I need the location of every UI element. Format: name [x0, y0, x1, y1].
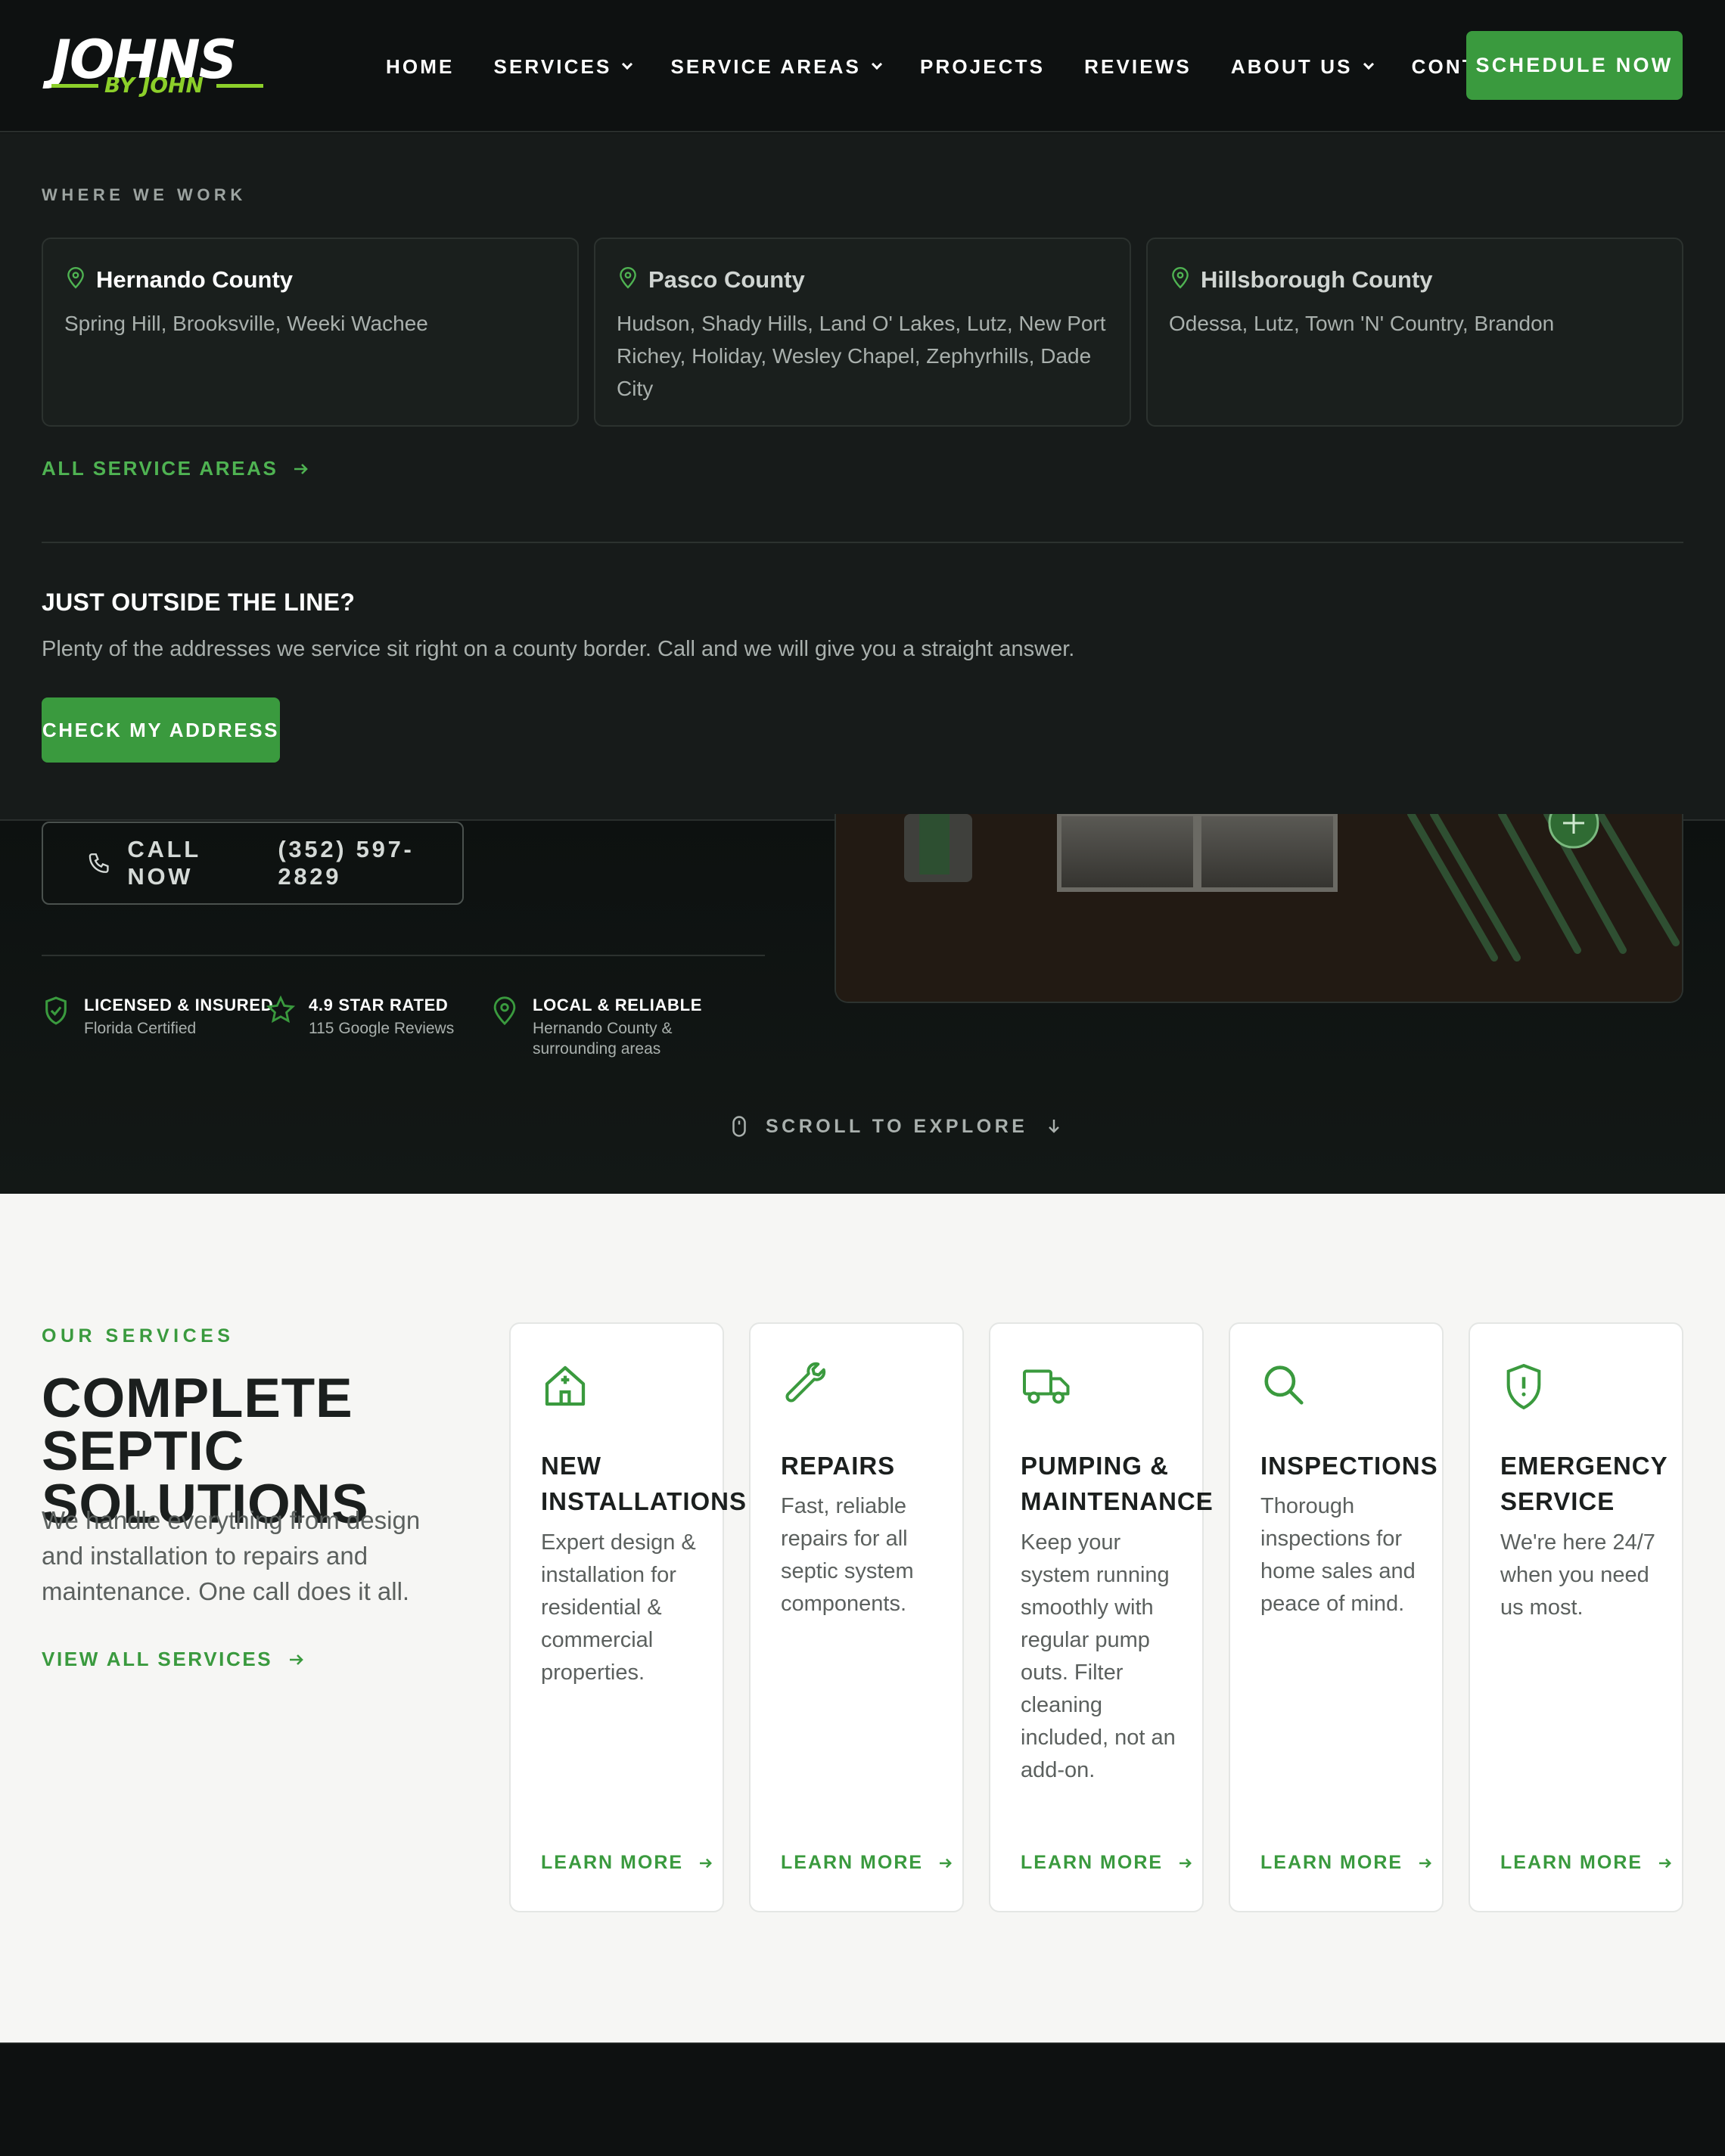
map-pin-icon	[620, 266, 636, 289]
shield-check-icon	[45, 996, 67, 1025]
card-description: Thorough inspections for home sales and …	[1260, 1494, 1416, 1616]
card-description: Expert design & installation for residen…	[541, 1530, 696, 1685]
map-pin-icon	[67, 266, 84, 289]
nav-about-us[interactable]: ABOUT US	[1231, 55, 1374, 79]
service-card-emergency[interactable]: Emergency Service We're here 24/7 when y…	[1469, 1322, 1683, 1912]
arrow-right-icon	[1180, 1858, 1192, 1868]
nav-reviews[interactable]: REVIEWS	[1084, 55, 1192, 79]
dropdown-eyebrow: WHERE WE WORK	[42, 185, 247, 204]
badge-title: LICENSED & INSURED	[84, 996, 274, 1014]
county-card-pasco[interactable]: Pasco County Hudson, Shady Hills, Land O…	[594, 238, 1131, 427]
card-description: Keep your system running smoothly with r…	[1021, 1530, 1176, 1782]
badge-rating: 4.9 STAR RATED 115 Google Reviews	[266, 996, 454, 1039]
phone-icon	[89, 853, 109, 873]
outside-line-heading: JUST OUTSIDE THE LINE?	[42, 589, 356, 616]
check-my-address-button[interactable]: CHECK MY ADDRESS	[42, 697, 280, 763]
arrow-right-icon	[700, 1858, 713, 1868]
county-name: Pasco County	[648, 266, 805, 293]
septic-illustration	[836, 814, 1682, 1002]
schedule-now-button[interactable]: SCHEDULE NOW	[1466, 31, 1683, 100]
learn-more-link[interactable]: LEARN MORE	[1260, 1852, 1433, 1874]
arrow-down-icon	[1049, 1120, 1060, 1133]
mouse-icon	[732, 1116, 746, 1137]
service-areas-dropdown: WHERE WE WORK Hernando County Spring Hil…	[0, 133, 1725, 821]
badge-local: LOCAL & RELIABLE Hernando County & surro…	[490, 996, 707, 1059]
nav-service-areas[interactable]: SERVICE AREAS	[670, 55, 883, 79]
nav-services[interactable]: SERVICES	[493, 55, 633, 79]
nav-home[interactable]: HOME	[386, 55, 454, 79]
search-icon	[1264, 1365, 1304, 1405]
county-card-hillsborough[interactable]: Hillsborough County Odessa, Lutz, Town '…	[1146, 238, 1683, 427]
arrow-right-icon	[1419, 1858, 1432, 1868]
shield-alert-icon	[1506, 1363, 1541, 1410]
county-name: Hernando County	[96, 266, 294, 293]
county-towns: Spring Hill, Brooksville, Weeki Wachee	[64, 312, 428, 335]
septic-system-image	[835, 814, 1683, 1003]
house-plus-icon	[545, 1365, 586, 1406]
card-description: Fast, reliable repairs for all septic sy…	[781, 1494, 914, 1616]
call-now-button[interactable]: CALL NOW (352) 597-2829	[42, 822, 464, 905]
badge-subtitle: 115 Google Reviews	[309, 1020, 455, 1037]
arrow-right-icon	[1659, 1858, 1672, 1868]
next-section	[0, 2043, 1725, 2156]
card-title: New Installations	[541, 1452, 747, 1515]
chevron-down-icon	[871, 58, 883, 70]
map-pin-icon	[1172, 266, 1189, 289]
card-title: Inspections	[1260, 1452, 1438, 1480]
services-description: We handle everything from design and ins…	[42, 1506, 421, 1605]
badge-licensed: LICENSED & INSURED Florida Certified	[42, 996, 273, 1039]
logo[interactable]: JOHNS BY JOHN	[51, 33, 271, 101]
services-eyebrow: OUR SERVICES	[42, 1325, 235, 1347]
map-pin-icon	[493, 996, 516, 1026]
learn-more-link[interactable]: LEARN MORE	[1500, 1852, 1673, 1874]
logo-tagline: BY JOHN	[51, 73, 263, 98]
nav-projects[interactable]: PROJECTS	[920, 55, 1045, 79]
all-service-areas-link[interactable]: ALL SERVICE AREAS	[42, 457, 309, 480]
badge-subtitle: Hernando County & surrounding areas	[533, 1020, 673, 1058]
hero-section: CALL NOW (352) 597-2829 LICENSED & INSUR…	[0, 814, 1725, 1194]
badge-subtitle: Florida Certified	[84, 1020, 197, 1037]
card-title: Repairs	[781, 1452, 896, 1480]
hero-divider	[42, 955, 765, 956]
wrench-icon	[785, 1362, 826, 1403]
services-section: OUR SERVICES COMPLETE SEPTIC SOLUTIONS W…	[0, 1194, 1725, 2043]
service-card-installations[interactable]: New Installations Expert design & instal…	[509, 1322, 747, 1912]
arrow-right-icon	[940, 1858, 953, 1868]
service-card-inspections[interactable]: Inspections Thorough inspections for hom…	[1229, 1322, 1444, 1912]
badge-title: LOCAL & RELIABLE	[533, 996, 703, 1014]
service-card-pumping[interactable]: Pumping & Maintenance Keep your system r…	[989, 1322, 1214, 1912]
main-nav: HOME SERVICES SERVICE AREAS PROJECTS REV…	[386, 50, 1562, 83]
county-name: Hillsborough County	[1201, 266, 1433, 293]
view-all-services-link[interactable]: VIEW ALL SERVICES	[42, 1648, 306, 1671]
chevron-down-icon	[622, 58, 633, 70]
county-towns: Odessa, Lutz, Town 'N' Country, Brandon	[1169, 312, 1555, 335]
card-description: We're here 24/7 when you need us most.	[1500, 1530, 1655, 1620]
service-card-repairs[interactable]: Repairs Fast, reliable repairs for all s…	[749, 1322, 964, 1912]
county-card-hernando[interactable]: Hernando County Spring Hill, Brooksville…	[42, 238, 579, 427]
scroll-to-explore[interactable]: SCROLL TO EXPLORE	[731, 1115, 1061, 1138]
learn-more-link[interactable]: LEARN MORE	[781, 1852, 953, 1874]
learn-more-link[interactable]: LEARN MORE	[541, 1852, 713, 1874]
card-title: Pumping & Maintenance	[1021, 1452, 1214, 1515]
outside-line-text: Plenty of the addresses we service sit r…	[42, 637, 1075, 661]
site-header: JOHNS BY JOHN HOME SERVICES SERVICE AREA…	[0, 0, 1725, 132]
chevron-down-icon	[1363, 58, 1374, 70]
arrow-right-icon	[290, 1654, 304, 1665]
dropdown-divider	[42, 542, 1683, 543]
arrow-right-icon	[294, 463, 309, 474]
badge-title: 4.9 STAR RATED	[309, 996, 449, 1014]
learn-more-link[interactable]: LEARN MORE	[1021, 1852, 1193, 1874]
star-icon	[266, 996, 295, 1024]
card-title: Emergency Service	[1500, 1452, 1668, 1515]
county-towns: Hudson, Shady Hills, Land O' Lakes, Lutz…	[617, 312, 1106, 400]
truck-icon	[1023, 1369, 1070, 1404]
